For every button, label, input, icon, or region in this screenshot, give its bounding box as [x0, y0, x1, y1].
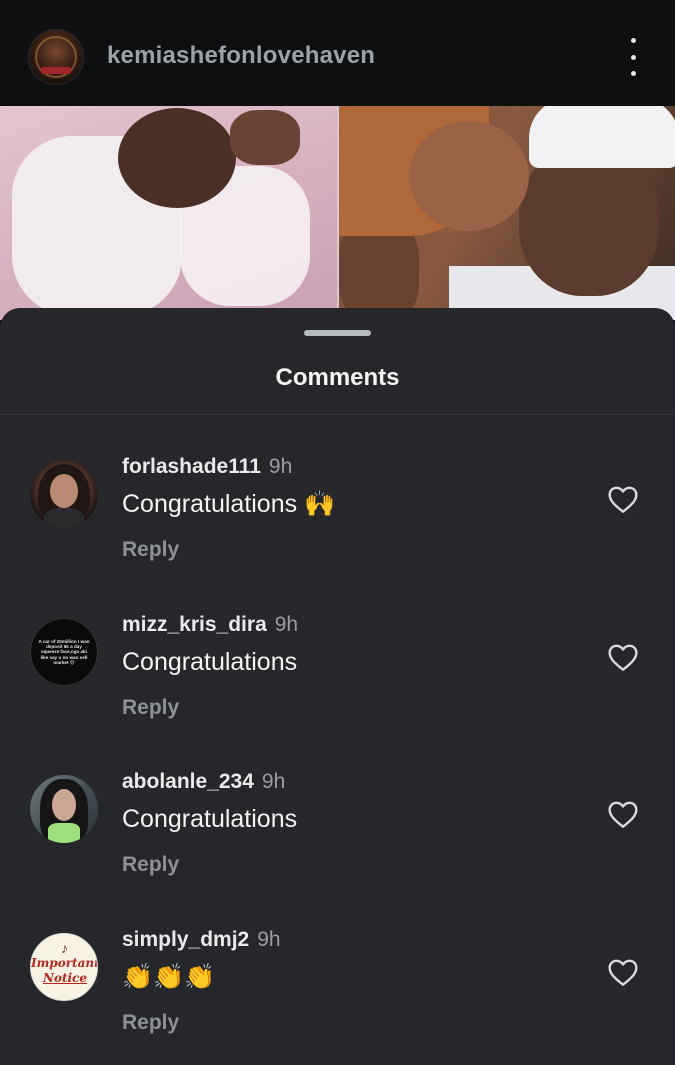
comment-timestamp: 9h [274, 613, 299, 636]
avatar-banner-decoration [41, 67, 71, 74]
divider [0, 414, 675, 415]
comment-text: Congratulations [122, 648, 298, 676]
more-options-button[interactable] [618, 38, 648, 76]
commenter-avatar[interactable]: A car of 20million I wan deposit 5k a da… [30, 618, 98, 686]
heart-outline-icon[interactable] [607, 642, 639, 672]
commenter-username[interactable]: mizz_kris_dira [122, 613, 267, 636]
reply-button[interactable]: Reply [122, 696, 179, 720]
avatar-image-text: Important [31, 956, 98, 970]
post-media[interactable] [0, 106, 675, 320]
sheet-drag-handle[interactable] [304, 330, 371, 336]
reply-button[interactable]: Reply [122, 1011, 179, 1035]
comment-header: simply_dmj2 9h [122, 928, 281, 952]
reply-button[interactable]: Reply [122, 538, 179, 562]
heart-outline-icon[interactable] [607, 799, 639, 829]
commenter-avatar[interactable]: ♪ Important Notice [30, 933, 98, 1001]
avatar-image-text: Notice [42, 971, 87, 985]
comment-item: forlashade111 9h Congratulations 🙌 Reply [0, 455, 675, 600]
commenter-username[interactable]: abolanle_234 [122, 770, 254, 793]
instagram-post-view: kemiashefonlovehaven Comments forlashade… [0, 0, 675, 1065]
more-vertical-icon-dot [630, 71, 636, 76]
comment-header: abolanle_234 9h [122, 770, 285, 794]
more-vertical-icon [630, 38, 636, 43]
commenter-avatar[interactable] [30, 775, 98, 843]
more-vertical-icon-dot [630, 54, 636, 60]
comment-timestamp: 9h [261, 770, 286, 793]
comment-item: A car of 20million I wan deposit 5k a da… [0, 613, 675, 758]
commenter-avatar[interactable] [30, 460, 98, 528]
comment-text: Congratulations 🙌 [122, 490, 336, 518]
post-author-username[interactable]: kemiashefonlovehaven [107, 42, 375, 70]
comment-header: mizz_kris_dira 9h [122, 613, 298, 637]
heart-outline-icon[interactable] [607, 957, 639, 987]
comment-item: abolanle_234 9h Congratulations Reply [0, 770, 675, 915]
comment-header: forlashade111 9h [122, 455, 292, 479]
comment-text: Congratulations [122, 805, 298, 833]
post-photo-baby[interactable] [0, 106, 337, 320]
comments-title: Comments [275, 364, 400, 391]
post-photo-couple[interactable] [339, 106, 675, 320]
comments-sheet: Comments forlashade111 9h Congratulations… [0, 308, 675, 1065]
heart-outline-icon[interactable] [607, 484, 639, 514]
comment-text: 👏👏👏 [122, 963, 216, 991]
comment-item: ♪ Important Notice simply_dmj2 9h 👏👏👏 Rep… [0, 928, 675, 1065]
reply-button[interactable]: Reply [122, 853, 179, 877]
commenter-username[interactable]: simply_dmj2 [122, 928, 249, 951]
avatar-image-text: A car of 20million I wan deposit 5k a da… [38, 638, 90, 665]
commenter-username[interactable]: forlashade111 [122, 455, 261, 478]
music-note-icon: ♪ [61, 940, 68, 956]
post-author-avatar[interactable] [28, 29, 84, 85]
comment-timestamp: 9h [268, 455, 293, 478]
post-header: kemiashefonlovehaven [0, 0, 675, 106]
comment-timestamp: 9h [257, 928, 281, 951]
